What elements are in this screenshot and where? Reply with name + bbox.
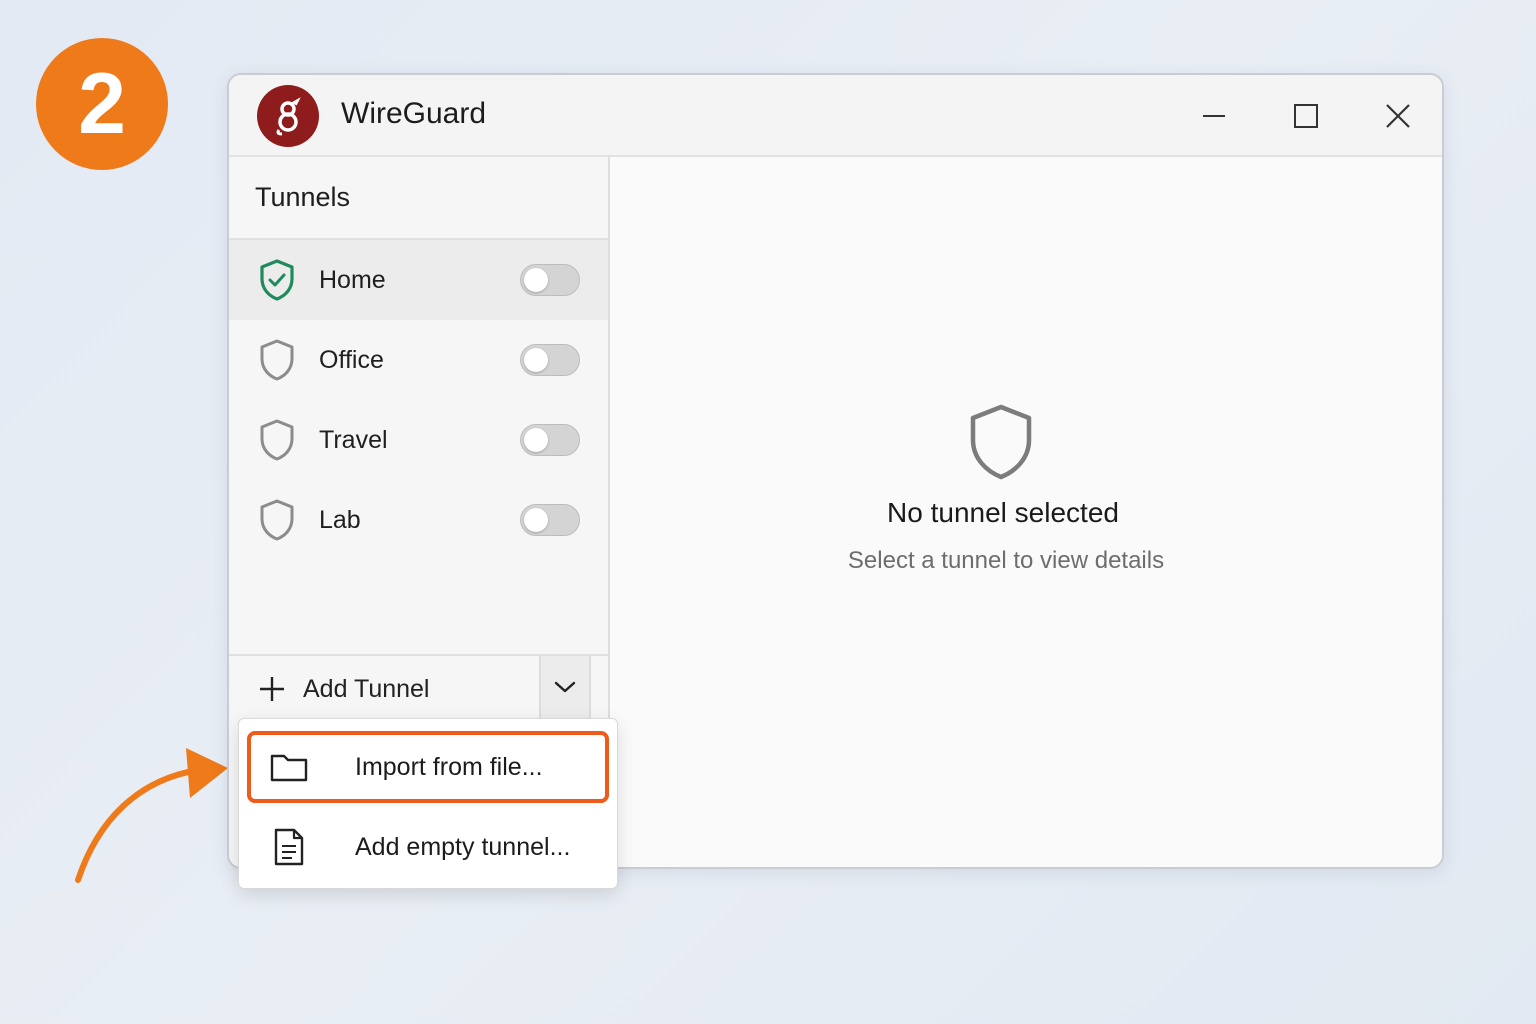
step-number-badge: 2 [36,38,168,170]
menu-item-add-empty-tunnel[interactable]: Add empty tunnel... [247,811,609,883]
folder-icon [269,747,309,787]
tunnel-label: Travel [319,425,388,454]
add-tunnel-label: Add Tunnel [303,674,430,703]
tunnel-toggle[interactable] [520,344,580,376]
tunnel-list: Home Office Travel Lab [229,240,608,560]
add-tunnel-button[interactable]: Add Tunnel [229,656,539,722]
toggle-knob [524,508,548,532]
add-tunnel-dropdown-button[interactable] [539,656,591,722]
close-icon[interactable] [1375,93,1421,139]
shield-check-icon [257,257,297,303]
menu-item-label: Import from file... [355,752,543,781]
plus-icon [257,674,287,704]
wireguard-logo-icon [257,85,319,147]
tunnel-toggle[interactable] [520,424,580,456]
tunnel-item-office[interactable]: Office [229,320,608,400]
add-tunnel-bar: Add Tunnel [229,654,608,722]
sidebar-title: Tunnels [255,182,351,212]
tunnel-item-travel[interactable]: Travel [229,400,608,480]
tunnel-item-lab[interactable]: Lab [229,480,608,560]
tunnel-label: Lab [319,505,361,534]
shield-icon [257,417,297,463]
shield-icon [257,497,297,543]
add-tunnel-menu: Import from file... Add empty tunnel... [238,718,618,889]
tunnel-label: Office [319,345,384,374]
title-bar: WireGuard [229,75,1442,157]
empty-state-subtitle: Select a tunnel to view details [847,547,1165,574]
toggle-knob [524,348,548,372]
empty-state-title: No tunnel selected [887,497,1119,528]
toggle-knob [524,268,548,292]
pointer-arrow-icon [75,748,228,883]
tunnel-label: Home [319,265,386,294]
chevron-down-icon [553,679,577,700]
maximize-icon[interactable] [1283,93,1329,139]
document-icon [269,827,309,867]
tunnel-toggle[interactable] [520,504,580,536]
sidebar-header: Tunnels [229,157,608,240]
shield-icon [257,337,297,383]
tunnel-details-pane: No tunnel selected Select a tunnel to vi… [610,157,1442,867]
app-title: WireGuard [341,97,487,130]
menu-item-label: Add empty tunnel... [355,832,571,861]
shield-icon [970,404,1032,480]
minimize-icon[interactable] [1191,93,1237,139]
toggle-knob [524,428,548,452]
tunnel-item-home[interactable]: Home [229,240,608,320]
menu-item-import-from-file[interactable]: Import from file... [247,731,609,803]
tunnel-toggle[interactable] [520,264,580,296]
